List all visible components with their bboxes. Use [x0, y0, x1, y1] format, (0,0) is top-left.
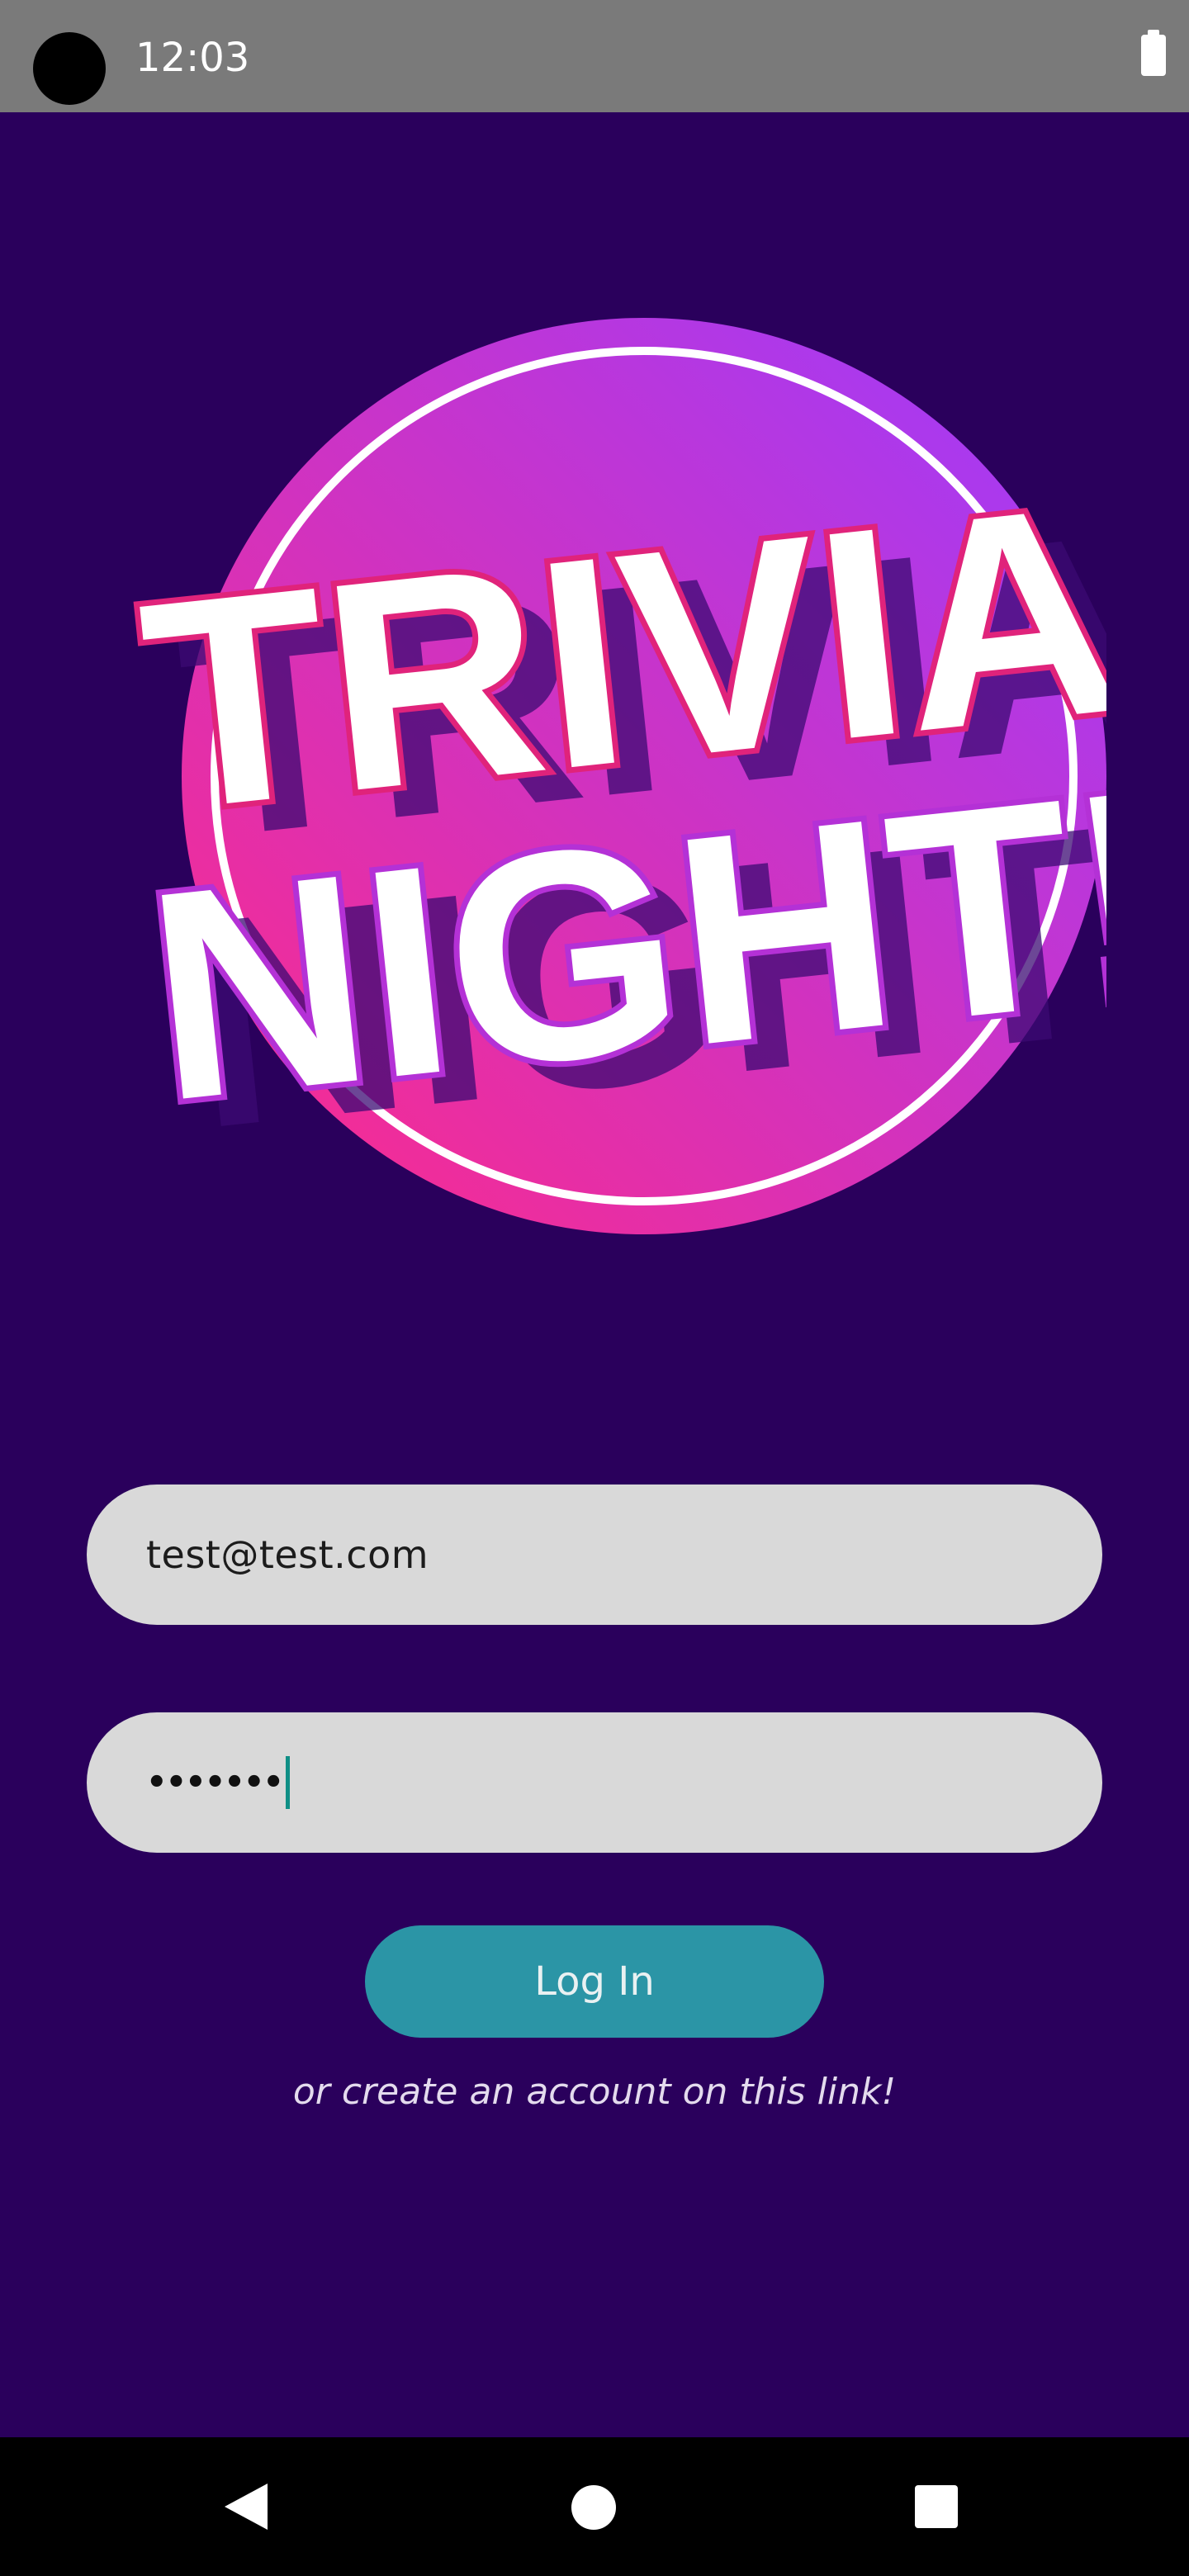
camera-dot-icon	[33, 32, 106, 105]
home-icon[interactable]	[571, 2485, 616, 2530]
status-time: 12:03	[135, 35, 250, 81]
password-field[interactable]: •••••••	[87, 1712, 1102, 1853]
battery-icon	[1141, 30, 1166, 76]
navigation-bar	[0, 2437, 1189, 2576]
status-bar: 12:03	[0, 0, 1189, 112]
email-value: test@test.com	[146, 1532, 429, 1577]
recents-icon[interactable]	[915, 2485, 958, 2528]
login-button[interactable]: Log In	[365, 1925, 824, 2038]
trivia-night-logo: TRIVIA NIGHT! TRIVIA NIGHT!	[132, 318, 1106, 1234]
password-mask: •••••••	[146, 1764, 284, 1802]
text-caret	[285, 1756, 290, 1809]
back-icon[interactable]	[225, 2484, 268, 2530]
email-field[interactable]: test@test.com	[87, 1485, 1102, 1625]
create-account-link[interactable]: or create an account on this link!	[0, 2071, 1189, 2113]
